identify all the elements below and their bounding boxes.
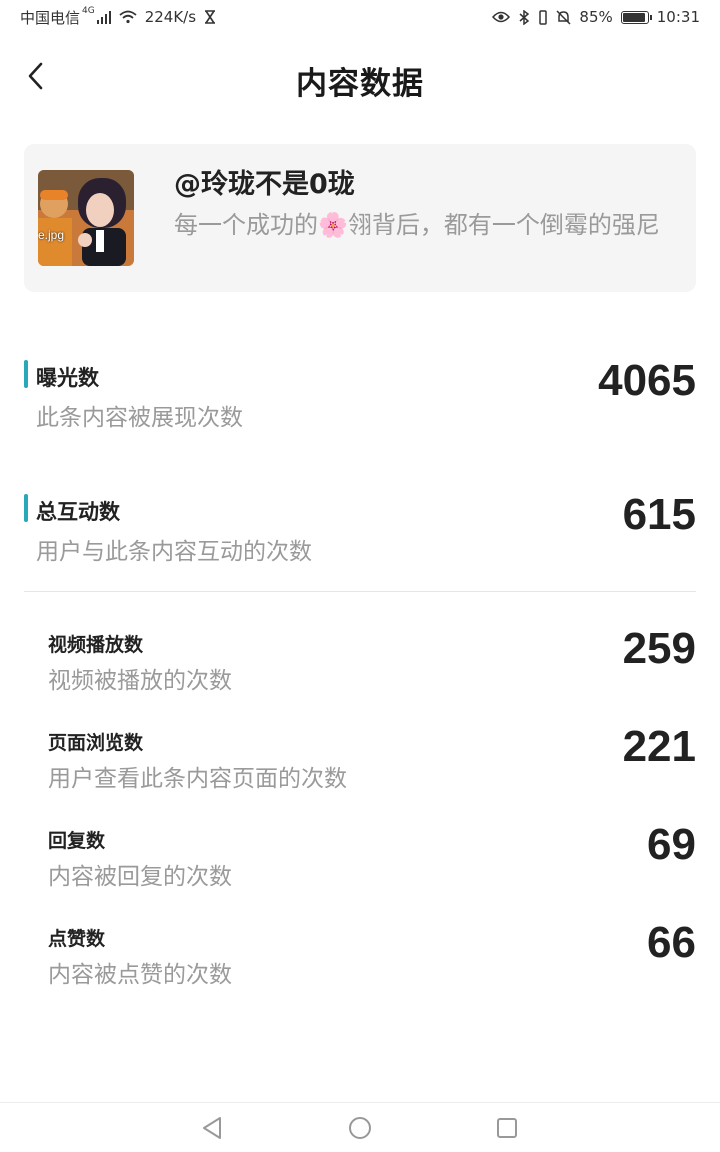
metric-value: 66 [647,918,696,967]
page-title: 内容数据 [296,66,424,102]
eye-icon [492,11,511,23]
metric-description: 此条内容被展现次数 [36,405,243,431]
triangle-back-icon [203,1117,221,1139]
battery-icon [620,10,652,24]
status-right: 85% 10:31 [492,8,700,26]
section-divider [24,591,696,592]
thumbnail-caption: e.jpg [38,228,65,242]
nav-home-button[interactable] [347,1115,373,1141]
metric-label: 总互动数 [36,500,120,524]
metric-value: 259 [622,624,696,673]
post-author: @玲珑不是0珑 [174,169,355,200]
clock-time: 10:31 [656,8,700,26]
metric-label: 点赞数 [48,928,106,950]
nav-back-button[interactable] [199,1115,225,1141]
status-left: 中国电信 4G 224K/s [20,6,216,28]
metric-description: 内容被点赞的次数 [48,962,232,988]
wifi-icon [119,10,137,24]
metric-value: 615 [622,490,696,539]
metric-label: 回复数 [48,830,106,852]
post-card[interactable]: e.jpg @玲珑不是0珑 每一个成功的🌸翎背后，都有一个倒霉的强尼 [24,144,696,292]
metric-label: 页面浏览数 [48,732,144,754]
metric-description: 用户查看此条内容页面的次数 [48,766,347,792]
carrier-name: 中国电信 [20,8,81,27]
bluetooth-icon [518,9,530,25]
network-type: 4G [82,6,95,16]
circle-home-icon [349,1117,371,1139]
nav-recents-button[interactable] [494,1115,520,1141]
post-thumbnail: e.jpg [38,170,134,266]
app-header: 内容数据 [0,44,720,114]
vibrate-icon [538,9,548,25]
metric-accent-bar [24,360,28,388]
signal-icon [96,10,111,24]
metric-description: 用户与此条内容互动的次数 [36,539,312,565]
square-recents-icon [497,1118,517,1138]
metric-label: 视频播放数 [48,634,144,656]
metric-label: 曝光数 [36,366,99,390]
metric-accent-bar [24,494,28,522]
metric-description: 视频被播放的次数 [48,668,232,694]
system-nav-bar [0,1102,720,1152]
status-bar: 中国电信 4G 224K/s 85% 10:31 [0,0,720,34]
post-text: 每一个成功的🌸翎背后，都有一个倒霉的强尼 [174,211,660,239]
metric-description: 内容被回复的次数 [48,864,232,890]
metric-value: 69 [647,820,696,869]
metric-value: 221 [622,722,696,771]
hourglass-icon [204,10,216,24]
metric-value: 4065 [598,356,696,405]
battery-percent: 85% [579,8,613,26]
mute-bell-icon [556,9,571,25]
network-speed: 224K/s [144,8,197,26]
